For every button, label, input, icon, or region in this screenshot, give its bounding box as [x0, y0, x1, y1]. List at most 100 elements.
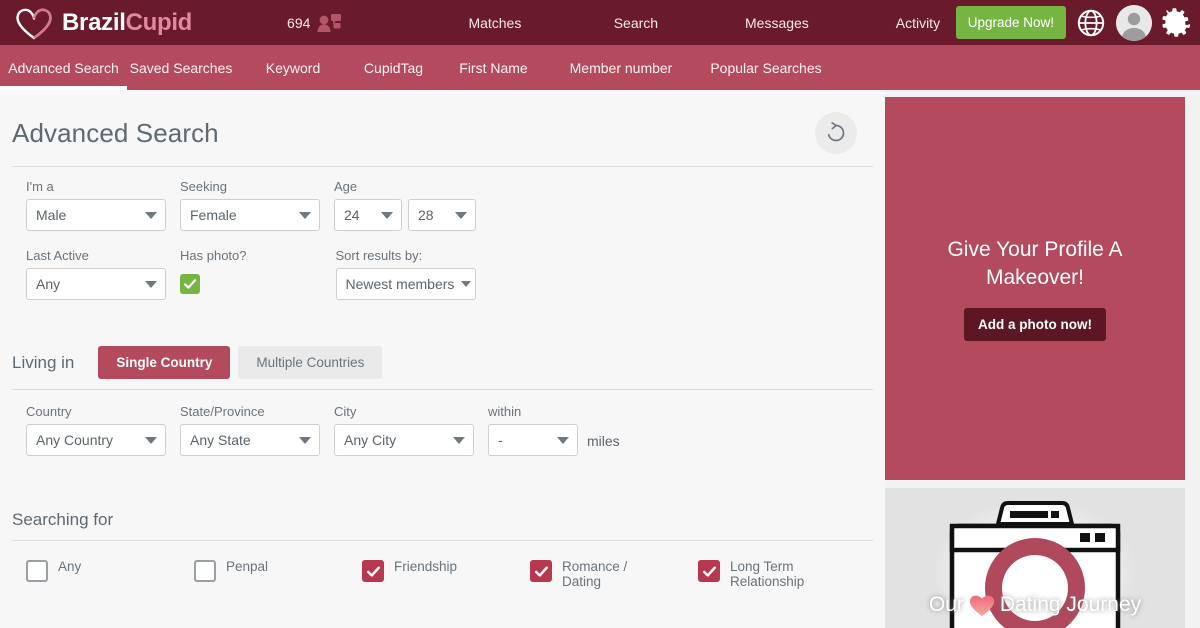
within-value: -: [498, 432, 503, 448]
tab-advanced-search[interactable]: Advanced Search: [0, 45, 127, 90]
chevron-down-icon: [299, 437, 311, 444]
last-active-value: Any: [36, 276, 61, 292]
chevron-down-icon: [299, 212, 311, 219]
sidebar: Give Your Profile A Makeover! Add a phot…: [885, 90, 1200, 628]
gear-icon[interactable]: [1162, 7, 1192, 38]
search-form-panel: Advanced Search I'm a Male Seeking Femal…: [0, 90, 885, 628]
tab-label: CupidTag: [363, 59, 424, 76]
header-actions: Upgrade Now!: [955, 0, 1192, 45]
person-message-icon: [317, 13, 342, 32]
avatar-icon: [1116, 4, 1152, 41]
page-title: Advanced Search: [12, 117, 219, 148]
country-select[interactable]: Any Country: [26, 424, 166, 456]
checkbox-option-friendship[interactable]: Friendship: [362, 559, 530, 589]
checkbox-box: [194, 560, 216, 582]
tab-keyword[interactable]: Keyword: [235, 45, 351, 90]
last-active-select[interactable]: Any: [26, 268, 166, 300]
tab-label: Keyword: [265, 59, 321, 76]
sort-value: Newest members: [345, 276, 455, 292]
checkbox-option-penpal[interactable]: Penpal: [194, 559, 362, 589]
chevron-down-icon: [145, 281, 157, 288]
checkbox-box: [26, 560, 48, 582]
brand-text-first: Brazil: [62, 8, 126, 36]
seeking-select[interactable]: Female: [180, 199, 320, 231]
chevron-down-icon: [453, 437, 465, 444]
checkbox-option-any[interactable]: Any: [26, 559, 194, 589]
nav-item-search[interactable]: Search: [565, 15, 706, 31]
globe-icon[interactable]: [1076, 8, 1106, 38]
message-count: 694: [287, 14, 311, 31]
field-state: State/Province Any State: [180, 404, 320, 456]
tab-label: Member number: [569, 59, 673, 76]
city-select[interactable]: Any City: [334, 424, 474, 456]
field-city: City Any City: [334, 404, 474, 456]
nav-item-matches[interactable]: Matches: [424, 15, 565, 31]
age-from-select[interactable]: 24: [334, 199, 402, 231]
basic-filters-row-2: Last Active Any Has photo? Sort results …: [12, 231, 873, 300]
reset-icon: [827, 122, 845, 142]
tab-saved-searches[interactable]: Saved Searches: [127, 45, 235, 90]
promo-headline: Give Your Profile A Makeover!: [947, 238, 1123, 289]
checkbox-option-romance-dating[interactable]: Romance / Dating: [530, 559, 698, 589]
tab-cupidtag[interactable]: CupidTag: [351, 45, 436, 90]
tab-member-number[interactable]: Member number: [551, 45, 691, 90]
has-photo-checkbox[interactable]: [180, 274, 200, 294]
basic-filters-row-1: I'm a Male Seeking Female Age 24 28: [12, 167, 873, 231]
seeking-value: Female: [190, 207, 237, 223]
add-photo-button[interactable]: Add a photo now!: [964, 308, 1106, 341]
checkbox-label: Any: [58, 559, 82, 574]
field-within: within -: [488, 404, 578, 456]
message-count-badge[interactable]: 694: [287, 13, 342, 33]
ima-select[interactable]: Male: [26, 199, 166, 231]
within-select[interactable]: -: [488, 424, 578, 456]
age-label: Age: [334, 179, 358, 194]
age-to-value: 28: [418, 207, 434, 223]
age-to-select[interactable]: 28: [408, 199, 476, 231]
chevron-down-icon: [557, 437, 569, 444]
dating-journey-card[interactable]: Our Dating Journey: [885, 488, 1185, 628]
heart-icon: [16, 8, 52, 39]
location-filters-row: Country Any Country State/Province Any S…: [12, 390, 873, 456]
checkbox-label: Long Term Relationship: [730, 559, 805, 589]
field-seeking: Seeking Female: [180, 179, 320, 231]
tab-first-name[interactable]: First Name: [436, 45, 551, 90]
field-has-photo: Has photo?: [180, 248, 247, 300]
living-in-title: Living in: [12, 352, 75, 372]
field-sort: Sort results by: Newest members: [335, 248, 476, 300]
checkbox-box: [698, 560, 720, 582]
upgrade-now-button[interactable]: Upgrade Now!: [955, 6, 1066, 39]
searching-for-header: Searching for: [12, 510, 873, 541]
checkbox-box: [362, 560, 384, 582]
nav-item-messages[interactable]: Messages: [706, 15, 847, 31]
sort-select[interactable]: Newest members: [335, 268, 476, 300]
city-value: Any City: [344, 432, 397, 448]
chevron-down-icon: [145, 212, 157, 219]
tab-popular-searches[interactable]: Popular Searches: [691, 45, 841, 90]
tab-label: Popular Searches: [710, 59, 822, 76]
multiple-countries-button[interactable]: Multiple Countries: [238, 346, 383, 379]
avatar[interactable]: [1116, 4, 1152, 41]
caption-before: Our: [928, 593, 964, 616]
age-from-value: 24: [344, 207, 360, 223]
reset-search-button[interactable]: [815, 112, 857, 154]
checkbox-option-long-term-relationship[interactable]: Long Term Relationship: [698, 559, 812, 589]
check-icon: [534, 565, 548, 577]
check-icon: [183, 279, 197, 289]
field-age: Age 24 28: [334, 179, 476, 231]
state-select[interactable]: Any State: [180, 424, 320, 456]
field-country: Country Any Country: [26, 404, 166, 456]
heart-icon: [969, 595, 995, 616]
caption-after: Dating Journey: [999, 593, 1142, 616]
brand-logo[interactable]: BrazilCupid: [0, 6, 192, 40]
searching-for-options: Any Penpal Friendship Romance / Dating L…: [12, 541, 873, 589]
single-country-button[interactable]: Single Country: [98, 346, 231, 379]
ima-label: I'm a: [26, 179, 54, 194]
check-icon: [702, 565, 716, 577]
